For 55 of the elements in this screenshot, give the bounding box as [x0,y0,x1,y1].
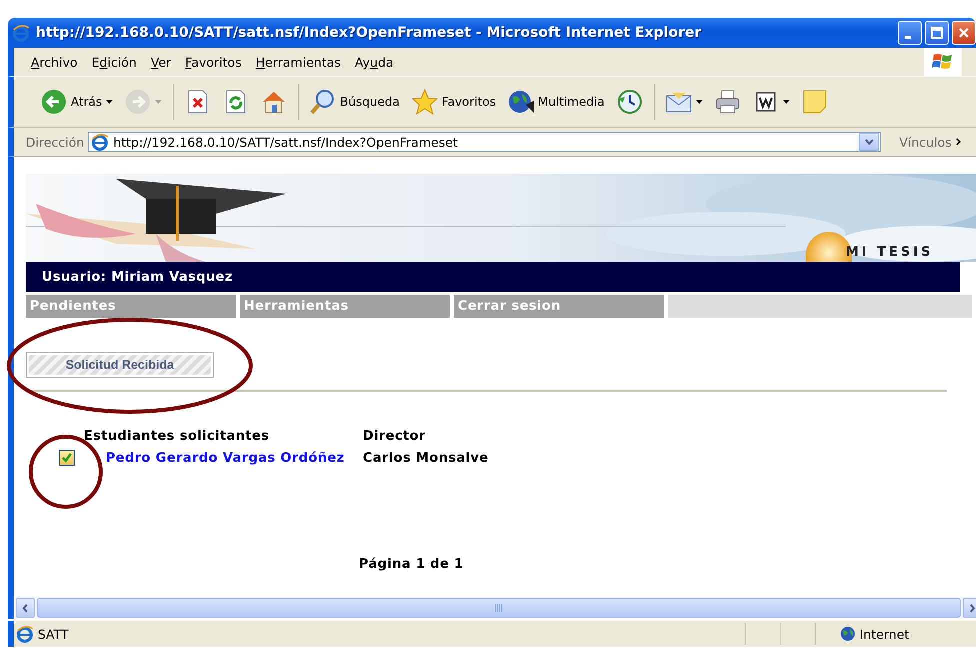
checkbox[interactable] [59,450,75,466]
windows-flag-icon [932,52,954,72]
caret-icon [106,100,114,104]
menu-item[interactable]: Edición [84,52,144,72]
globe-icon [508,89,534,115]
scroll-left-button[interactable] [16,598,35,618]
printer-icon [714,89,741,115]
student-link[interactable]: Pedro Gerardo Vargas Ordóñez [106,450,345,466]
scrollbar-thumb[interactable] [37,598,961,618]
page-icon [16,625,34,643]
checkmark-icon [60,451,74,465]
chevron-left-icon [22,604,29,612]
address-label: Dirección [26,134,84,150]
caret-icon [782,100,790,104]
page-indicator: Página 1 de 1 [359,557,464,572]
address-field[interactable]: http://192.168.0.10/SATT/satt.nsf/Index?OpenFrameset [88,132,882,152]
status-text: SATT [38,626,69,642]
chevron-right-icon [956,138,962,146]
action-button[interactable]: Solicitud Recibida [26,352,214,378]
director-name: Carlos Monsalve [363,450,489,466]
minimize-icon [905,36,911,38]
links-button[interactable]: Vínculos [899,134,952,150]
close-icon [958,27,970,39]
house-icon [261,89,288,115]
globe-icon [840,626,856,642]
back-button[interactable]: Atrás [36,86,118,118]
zone-text: Internet [860,626,910,642]
caret-icon [155,100,162,104]
menu-item[interactable]: Ayuda [348,52,401,72]
menu-item[interactable]: Favoritos [178,52,249,72]
window-title: http://192.168.0.10/SATT/satt.nsf/Index?OpenFrameset - Microsoft Internet Explorer [36,25,702,41]
column-header: Director [363,429,426,444]
maximize-button[interactable] [925,21,949,45]
browser-icon [12,24,30,42]
search-icon [310,89,336,115]
column-header: Estudiantes solicitantes [84,429,270,444]
chevron-right-icon [969,604,976,612]
maximize-icon [931,27,943,39]
sticky-note-icon [802,89,828,115]
media-button[interactable]: Multimedia [503,86,610,118]
menu-item[interactable]: Ver [144,52,178,72]
caret-icon [696,100,703,104]
dropdown-button[interactable] [859,133,880,151]
chevron-down-icon [864,139,874,145]
user-name: Usuario: Miriam Vasquez [42,270,233,284]
close-button[interactable] [952,21,976,45]
favorites-button[interactable]: Favoritos [406,86,502,118]
star-icon [412,89,438,115]
page-icon [91,133,110,151]
minimize-button[interactable] [898,21,922,45]
search-button[interactable]: Búsqueda [305,86,405,118]
clock-icon [616,89,643,115]
grip-icon [494,604,504,612]
menu-item[interactable]: Archivo [24,52,85,72]
menu-item[interactable]: Herramientas [248,52,348,72]
